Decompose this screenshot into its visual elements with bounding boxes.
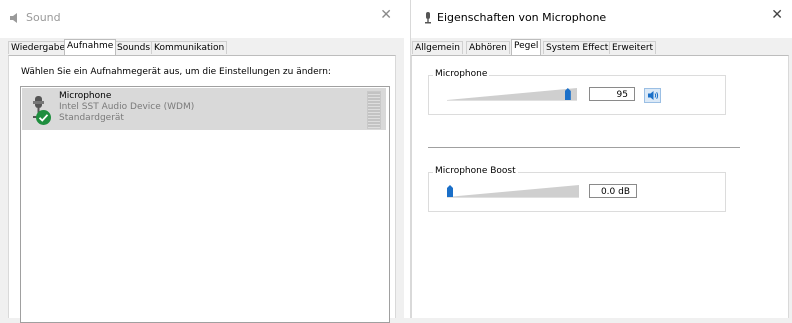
recording-device-list[interactable]: Microphone Intel SST Audio Device (WDM) …: [20, 86, 390, 323]
input-level-meter: [367, 91, 381, 129]
tab-allgemein[interactable]: Allgemein: [412, 41, 463, 54]
microphone-boost-track: [447, 197, 579, 198]
microphone-properties-dialog: Eigenschaften von Microphone ✕ Allgemein…: [410, 0, 792, 318]
sound-close-button[interactable]: ✕: [380, 8, 392, 22]
microphone-boost-label: Microphone Boost: [433, 166, 518, 176]
mute-toggle-button[interactable]: [644, 88, 661, 103]
sound-app-icon: [10, 13, 17, 23]
speaker-icon: [648, 91, 659, 100]
microphone-level-group: Microphone 95: [428, 69, 726, 115]
tab-sounds[interactable]: Sounds: [114, 41, 154, 54]
tab-erweitert[interactable]: Erweitert: [609, 41, 657, 54]
panel-separator: [428, 147, 740, 148]
tab-system-effects[interactable]: System Effects: [543, 41, 617, 54]
microphone-level-ramp: [447, 88, 577, 100]
props-titlebar[interactable]: Eigenschaften von Microphone ✕: [411, 0, 792, 38]
tab-wiedergabe[interactable]: Wiedergabe: [8, 41, 69, 54]
sound-tab-bar: Wiedergabe Aufnahme Sounds Kommunikation: [0, 39, 404, 55]
microphone-boost-ramp: [447, 185, 579, 197]
microphone-title-icon: [425, 12, 431, 24]
default-device-check-icon: [36, 110, 51, 125]
device-status: Standardgerät: [59, 113, 124, 123]
microphone-level-label: Microphone: [433, 69, 490, 79]
microphone-level-track: [447, 100, 577, 101]
sound-titlebar[interactable]: Sound ✕: [0, 0, 404, 38]
pegel-panel: Microphone 95 Microphone Boost 0.0 dB: [411, 55, 789, 318]
tab-kommunikation[interactable]: Kommunikation: [151, 41, 228, 54]
tab-aufnahme[interactable]: Aufnahme: [64, 39, 117, 55]
props-tab-bar: Allgemein Abhören Pegel System Effects E…: [411, 39, 792, 55]
microphone-boost-group: Microphone Boost 0.0 dB: [428, 166, 726, 212]
props-close-button[interactable]: ✕: [771, 8, 783, 22]
device-driver: Intel SST Audio Device (WDM): [59, 102, 195, 112]
aufnahme-panel: Wählen Sie ein Aufnahmegerät aus, um die…: [8, 55, 396, 323]
sound-dialog: Sound ✕ Wiedergabe Aufnahme Sounds Kommu…: [0, 0, 405, 323]
microphone-boost-value[interactable]: 0.0 dB: [589, 184, 637, 198]
instruction-text: Wählen Sie ein Aufnahmegerät aus, um die…: [21, 67, 331, 77]
tab-abhoeren[interactable]: Abhören: [466, 41, 510, 54]
device-row-microphone[interactable]: Microphone Intel SST Audio Device (WDM) …: [22, 88, 386, 130]
microphone-level-value[interactable]: 95: [589, 87, 635, 101]
sound-window-title: Sound: [26, 11, 61, 24]
props-window-title: Eigenschaften von Microphone: [437, 11, 607, 24]
tab-pegel[interactable]: Pegel: [511, 39, 542, 55]
device-name: Microphone: [59, 91, 112, 101]
